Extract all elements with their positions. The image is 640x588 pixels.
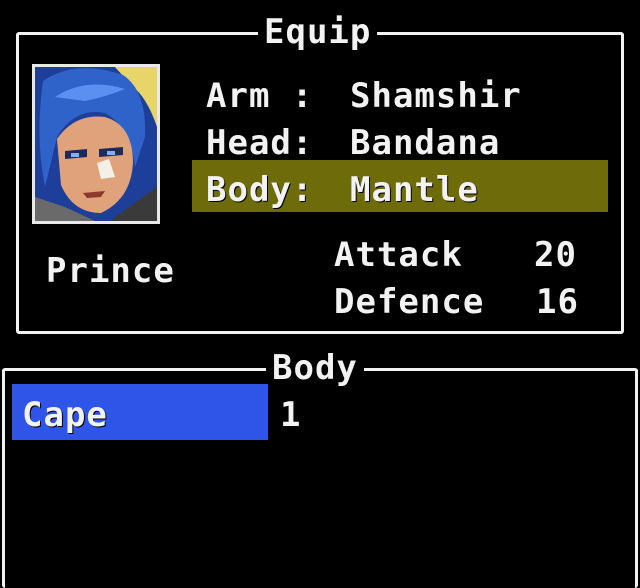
slot-body-value[interactable]: Mantle <box>350 170 479 210</box>
slot-arm-label[interactable]: Arm : <box>206 76 313 116</box>
slot-head-value[interactable]: Bandana <box>350 123 500 163</box>
character-portrait-icon <box>32 64 160 224</box>
item-cape-name[interactable]: Cape <box>22 395 108 435</box>
item-cape-count: 1 <box>280 395 302 435</box>
slot-arm-value[interactable]: Shamshir <box>350 76 522 116</box>
stat-attack-label: Attack <box>334 235 463 275</box>
equip-panel-title: Equip <box>258 12 378 52</box>
stat-defence-value: 16 <box>536 282 579 322</box>
stat-attack-value: 20 <box>534 235 577 275</box>
slot-body-label[interactable]: Body: <box>206 170 313 210</box>
item-panel-title: Body <box>266 348 364 388</box>
slot-head-label[interactable]: Head: <box>206 123 313 163</box>
character-name: Prince <box>46 251 175 291</box>
stat-defence-label: Defence <box>334 282 485 322</box>
